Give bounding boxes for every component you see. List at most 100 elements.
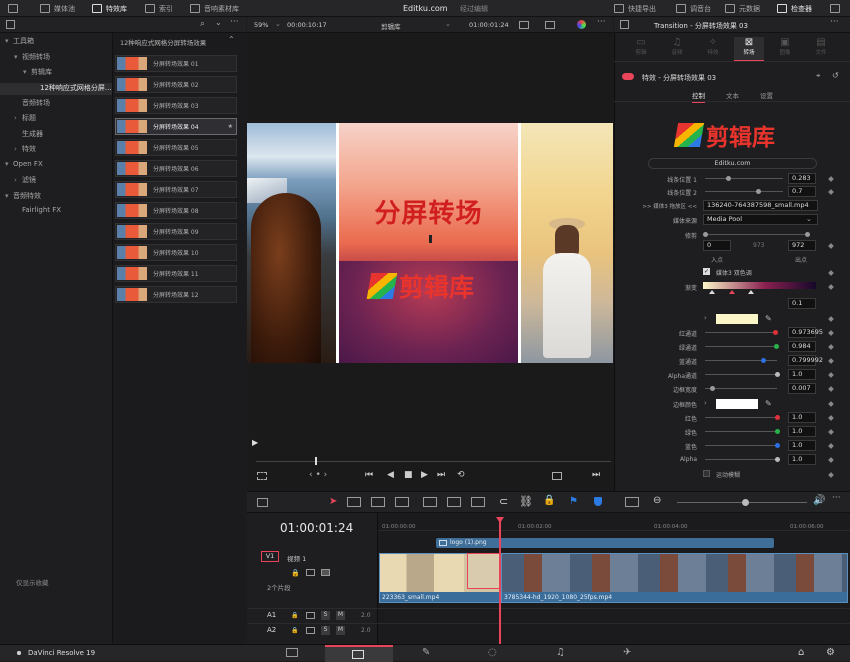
mixer-button[interactable]: 调音台 [676, 2, 711, 15]
go-to-start-icon[interactable]: ⏮ [365, 470, 373, 480]
replace-clip-icon[interactable] [471, 497, 485, 507]
metadata-button[interactable]: 元数据 [725, 2, 760, 15]
border-eyedropper-icon[interactable]: ✎ [765, 399, 772, 408]
inspector-toggle-icon[interactable] [620, 20, 629, 29]
tree-item[interactable]: ▾ Open FX [0, 160, 112, 172]
a2-mute-button[interactable]: M [336, 626, 345, 635]
border-color-expand-icon[interactable]: › [704, 399, 707, 407]
media3-value[interactable]: 136240-764387598_small.mp4 [703, 200, 818, 211]
effect-item[interactable]: 分屏转场效果 11 [115, 265, 237, 282]
settings-gear-icon[interactable]: ⚙ [826, 647, 835, 658]
color-page-icon[interactable]: ◌ [488, 647, 497, 658]
loop-icon[interactable]: ⟲ [457, 470, 465, 480]
a2-auto-track-icon[interactable] [306, 627, 315, 634]
playhead-marker[interactable] [496, 517, 504, 523]
inspector-tab[interactable]: ▣ 图像 [770, 37, 800, 56]
view-options-icon[interactable] [519, 21, 529, 29]
expand-icon[interactable] [830, 2, 840, 15]
color-blue-value[interactable]: 1.0 [788, 440, 816, 451]
media-pool-button[interactable]: 媒体池 [40, 2, 75, 15]
green-channel-value[interactable]: 0.984 [788, 341, 816, 352]
media-source-chevron-icon[interactable]: ⌄ [806, 215, 812, 223]
border-width-value[interactable]: 0.007 [788, 383, 816, 394]
effect-item[interactable]: 分屏转场效果 07 [115, 181, 237, 198]
marker-icon[interactable] [594, 497, 602, 506]
play-icon[interactable]: ▶ [421, 470, 428, 480]
tree-item[interactable]: › 特效 [0, 144, 112, 156]
scrubber-playhead[interactable] [315, 457, 317, 465]
a2-lock-icon[interactable]: 🔒 [291, 627, 298, 634]
favorites-toggle[interactable]: 仅显示收藏 [16, 577, 49, 587]
color-green-track[interactable] [705, 431, 777, 432]
effect-item[interactable]: 分屏转场效果 03 [115, 97, 237, 114]
timeline-chevron-icon[interactable]: ⌄ [445, 20, 451, 28]
trim-tool-icon[interactable] [347, 497, 361, 507]
linked-selection-icon[interactable]: ⛓ [519, 495, 533, 508]
crop-icon[interactable] [257, 472, 267, 480]
effect-item[interactable]: 分屏转场效果 08 [115, 202, 237, 219]
alpha-channel-track[interactable] [705, 374, 777, 375]
favorite-star-icon[interactable]: ★ [228, 123, 233, 130]
a1-solo-button[interactable]: S [321, 611, 330, 620]
tree-item[interactable]: ▾ 视频转场 [0, 52, 112, 64]
scrubber-bar[interactable] [256, 461, 611, 462]
tree-item[interactable]: › 标题 [0, 113, 112, 125]
effect-item[interactable]: 分屏转场效果 02 [115, 76, 237, 93]
safe-area-icon[interactable] [545, 21, 555, 29]
subtab-text[interactable]: 文本 [726, 90, 739, 100]
line-pos1-value[interactable]: 0.283 [788, 173, 816, 184]
more-options-icon[interactable]: ··· [230, 17, 239, 27]
a1-auto-track-icon[interactable] [306, 612, 315, 619]
line-pos2-track[interactable] [705, 191, 783, 192]
search-icon[interactable]: ⌕ [200, 19, 205, 29]
trim-track[interactable] [705, 234, 810, 235]
gradient-stop-3[interactable] [748, 290, 754, 294]
line-pos1-track[interactable] [705, 178, 783, 179]
last-frame-icon[interactable]: ⏭ [592, 470, 600, 480]
inspector-tab[interactable]: ♫ 音频 [662, 37, 692, 56]
timeline-view-icon[interactable] [257, 498, 268, 507]
red-channel-track[interactable] [705, 332, 777, 333]
tree-item[interactable]: 音频转场 [0, 98, 112, 110]
effect-item[interactable]: 分屏转场效果 04 ★ [115, 118, 237, 135]
effect-item[interactable]: 分屏转场效果 12 [115, 286, 237, 303]
edit-page-tab[interactable] [325, 645, 393, 662]
reverse-icon[interactable]: ◀ [387, 470, 394, 480]
chevron-down-icon[interactable]: ⌄ [215, 18, 222, 27]
audio-icon[interactable]: 🔊 [813, 495, 825, 506]
title-clip[interactable]: logo (1).png [436, 538, 774, 548]
color-swatch[interactable] [716, 314, 758, 324]
a2-solo-button[interactable]: S [321, 626, 330, 635]
a1-track-label[interactable]: A1 [267, 611, 276, 619]
blade-tool-icon[interactable] [395, 497, 409, 507]
media3-dropzone-label[interactable]: >> 媒体3 拖放区 << [614, 202, 697, 210]
tree-arrow-icon[interactable]: › [14, 176, 22, 184]
duotone-checkbox[interactable]: ✓ [703, 268, 710, 275]
eyedropper-icon[interactable]: ✎ [765, 314, 772, 323]
tree-arrow-icon[interactable]: ▾ [5, 192, 13, 200]
effect-item[interactable]: 分屏转场效果 01 [115, 55, 237, 72]
collapse-icon[interactable]: ⌃ [228, 35, 235, 44]
timeline-more-icon[interactable]: ··· [832, 493, 841, 503]
video-clip-2[interactable]: 3785344-hd_1920_1080_25fps.mp4 [501, 553, 848, 603]
tree-arrow-icon[interactable]: › [14, 114, 22, 122]
tree-arrow-icon[interactable]: ▾ [5, 160, 13, 168]
color-green-value[interactable]: 1.0 [788, 426, 816, 437]
color-icon[interactable] [577, 20, 586, 29]
tree-item[interactable]: ▾ 剪辑库 [0, 67, 112, 79]
reset-icon[interactable]: ↺ [832, 71, 839, 80]
gradient-bar[interactable] [703, 282, 816, 289]
green-channel-track[interactable] [705, 346, 777, 347]
motion-blur-checkbox[interactable] [703, 470, 710, 477]
blue-channel-track[interactable] [705, 360, 777, 361]
fusion-page-icon[interactable]: ✎ [422, 647, 430, 658]
effect-item[interactable]: 分屏转场效果 05 [115, 139, 237, 156]
tree-arrow-icon[interactable]: ▾ [5, 37, 13, 45]
media-source-select[interactable]: Media Pool [703, 214, 818, 225]
insert-clip-icon[interactable] [423, 497, 437, 507]
subtab-settings[interactable]: 设置 [760, 90, 773, 100]
tree-item[interactable]: Fairlight FX [0, 206, 112, 218]
effect-item[interactable]: 分屏转场效果 10 [115, 244, 237, 261]
inspector-tab[interactable]: ✧ 特效 [698, 37, 728, 56]
color-red-track[interactable] [705, 417, 777, 418]
